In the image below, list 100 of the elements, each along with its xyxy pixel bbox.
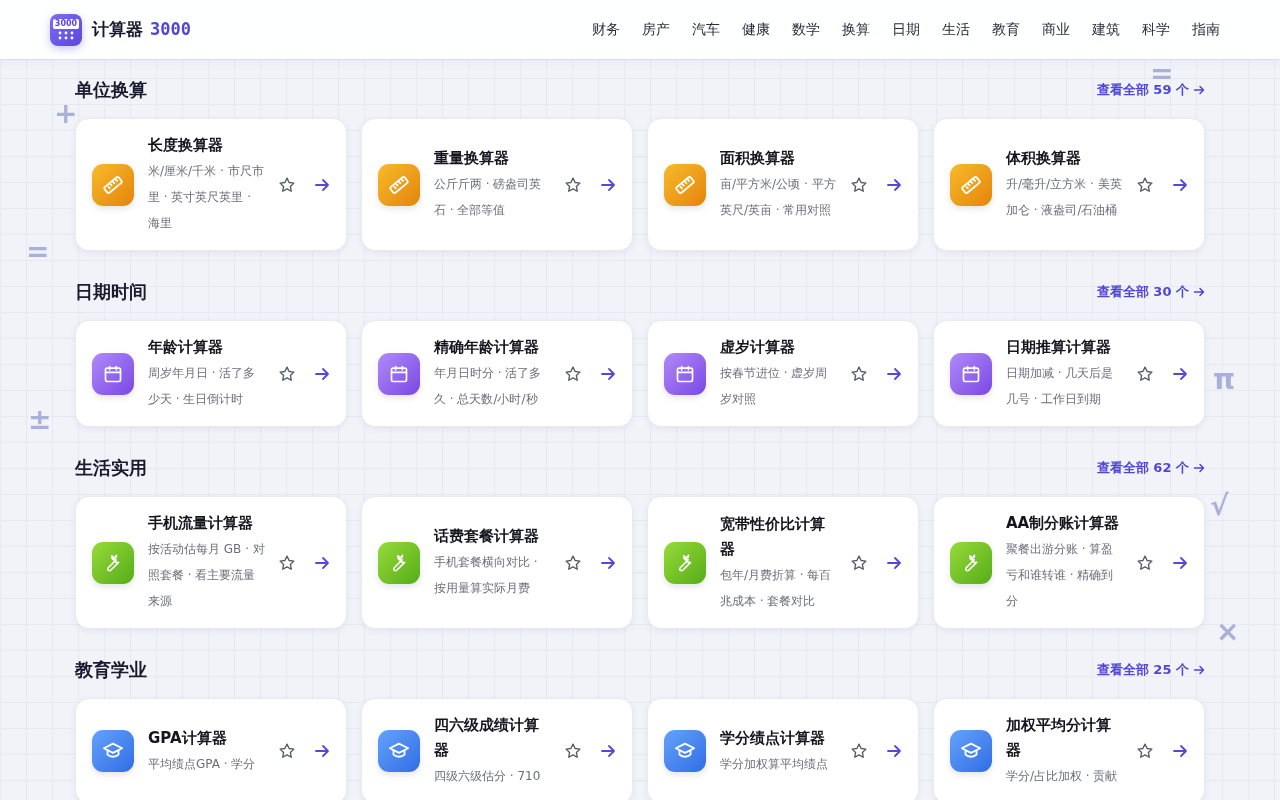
card-title[interactable]: 学分绩点计算器	[720, 725, 838, 751]
site-name: 计算器	[92, 19, 143, 39]
favorite-star-icon[interactable]	[564, 175, 582, 194]
favorite-star-icon[interactable]	[1136, 742, 1154, 760]
arrow-right-icon[interactable]	[314, 743, 330, 759]
card-title[interactable]: 长度换算器	[148, 133, 266, 158]
nav-link[interactable]: 商业	[1042, 20, 1070, 39]
card-description: 平均绩点GPA · 学分	[148, 755, 257, 773]
math-symbol: π	[1213, 366, 1236, 394]
card-title[interactable]: 四六级成绩计算器	[434, 713, 552, 763]
arrow-right-icon	[1193, 286, 1205, 298]
card-description: 按春节进位 · 虚岁周岁对照	[720, 365, 829, 408]
card-title[interactable]: 日期推算计算器	[1006, 335, 1124, 360]
view-all-link[interactable]: 查看全部 25 个	[1096, 661, 1205, 679]
favorite-star-icon[interactable]	[1136, 175, 1154, 194]
arrow-right-icon[interactable]	[314, 176, 330, 193]
card-description: 四级六级估分 · 710	[434, 768, 542, 785]
section-title: 教育学业	[75, 658, 147, 682]
math-symbol: √	[1210, 492, 1229, 520]
card-description: 学分/占比加权 · 贡献	[1006, 768, 1119, 785]
card-title[interactable]: GPA计算器	[148, 725, 266, 751]
favorite-star-icon[interactable]	[850, 175, 868, 194]
card-title[interactable]: 宽带性价比计算器	[720, 511, 838, 562]
nav-link[interactable]: 换算	[842, 20, 870, 39]
arrow-right-icon	[1193, 462, 1205, 474]
card-description: 按活动估每月 GB · 对照套餐 · 看主要流量来源	[148, 541, 266, 610]
card-title[interactable]: 体积换算器	[1006, 146, 1124, 171]
section-title: 日期时间	[75, 280, 147, 304]
card-description: 包年/月费折算 · 每百兆成本 · 套餐对比	[720, 566, 833, 610]
site-number: 3000	[150, 19, 192, 39]
favorite-star-icon[interactable]	[278, 553, 296, 572]
card-description: 亩/平方米/公顷 · 平方英尺/英亩 · 常用对照	[720, 176, 837, 219]
arrow-right-icon[interactable]	[886, 743, 902, 759]
arrow-right-icon[interactable]	[886, 176, 902, 193]
calendar-icon	[389, 363, 409, 384]
favorite-star-icon[interactable]	[1136, 553, 1154, 572]
arrow-right-icon[interactable]	[1172, 554, 1188, 571]
arrow-right-icon[interactable]	[314, 554, 330, 571]
favorite-star-icon[interactable]	[850, 742, 868, 760]
card-title[interactable]: 加权平均分计算器	[1006, 713, 1124, 763]
ruler-icon	[388, 173, 410, 196]
calendar-icon	[961, 363, 981, 384]
favorite-star-icon[interactable]	[850, 364, 868, 383]
arrow-right-icon[interactable]	[1172, 365, 1188, 382]
nav-link[interactable]: 日期	[892, 20, 920, 39]
favorite-star-icon[interactable]	[278, 175, 296, 194]
arrow-right-icon[interactable]	[1172, 176, 1188, 193]
arrow-right-icon[interactable]	[600, 365, 616, 382]
arrow-right-icon[interactable]	[600, 743, 616, 759]
arrow-right-icon[interactable]	[600, 554, 616, 571]
nav-link[interactable]: 财务	[592, 20, 620, 39]
arrow-right-icon[interactable]	[886, 554, 902, 571]
card-title[interactable]: 手机流量计算器	[148, 511, 266, 536]
favorite-star-icon[interactable]	[1136, 364, 1154, 383]
nav-link[interactable]: 教育	[992, 20, 1020, 39]
nav-link[interactable]: 健康	[742, 20, 770, 39]
nav-link[interactable]: 数学	[792, 20, 820, 39]
favorite-star-icon[interactable]	[278, 364, 296, 383]
logo-icon[interactable]: 3000	[50, 13, 82, 46]
math-symbol: ±	[28, 406, 52, 434]
favorite-star-icon[interactable]	[564, 553, 582, 572]
card-description: 学分加权算平均绩点	[720, 755, 829, 773]
favorite-star-icon[interactable]	[564, 742, 582, 760]
math-symbol: +	[54, 100, 78, 128]
arrow-right-icon[interactable]	[600, 176, 616, 193]
card-title[interactable]: 面积换算器	[720, 146, 838, 171]
nav-link[interactable]: 建筑	[1092, 20, 1120, 39]
arrow-right-icon[interactable]	[886, 365, 902, 382]
card-title[interactable]: 年龄计算器	[148, 335, 266, 360]
math-symbol: =	[26, 238, 50, 266]
card-description: 周岁年月日 · 活了多少天 · 生日倒计时	[148, 365, 257, 408]
card-title[interactable]: 虚岁计算器	[720, 335, 838, 360]
card-title[interactable]: 话费套餐计算器	[434, 524, 552, 549]
section-title: 生活实用	[75, 456, 147, 480]
nav-link[interactable]: 汽车	[692, 20, 720, 39]
favorite-star-icon[interactable]	[278, 742, 296, 760]
card-description: 手机套餐横向对比 · 按用量算实际月费	[434, 554, 539, 597]
card-description: 年月日时分 · 活了多久 · 总天数/小时/秒	[434, 365, 543, 408]
arrow-right-icon	[1193, 84, 1205, 96]
arrow-right-icon	[1193, 664, 1205, 676]
arrow-right-icon[interactable]	[1172, 743, 1188, 759]
ruler-icon	[674, 173, 696, 196]
calendar-icon	[675, 363, 695, 384]
card-description: 日期加减 · 几天后是几号 · 工作日到期	[1006, 365, 1115, 408]
favorite-star-icon[interactable]	[564, 364, 582, 383]
card-title[interactable]: 重量换算器	[434, 146, 552, 171]
nav-link[interactable]: 科学	[1142, 20, 1170, 39]
nav-link[interactable]: 房产	[642, 20, 670, 39]
view-all-link[interactable]: 查看全部 30 个	[1096, 283, 1205, 301]
card-title[interactable]: AA制分账计算器	[1006, 511, 1124, 536]
arrow-right-icon[interactable]	[314, 365, 330, 382]
card-title[interactable]: 精确年龄计算器	[434, 335, 552, 360]
nav-link[interactable]: 生活	[942, 20, 970, 39]
card-description: 升/毫升/立方米 · 美英加仑 · 液盎司/石油桶	[1006, 176, 1123, 219]
card-description: 米/厘米/千米 · 市尺市里 · 英寸英尺英里 · 海里	[148, 163, 265, 232]
favorite-star-icon[interactable]	[850, 553, 868, 572]
section-title: 单位换算	[75, 78, 147, 102]
view-all-link[interactable]: 查看全部 62 个	[1096, 459, 1205, 477]
calendar-icon	[103, 363, 123, 384]
nav-link[interactable]: 指南	[1192, 20, 1220, 39]
